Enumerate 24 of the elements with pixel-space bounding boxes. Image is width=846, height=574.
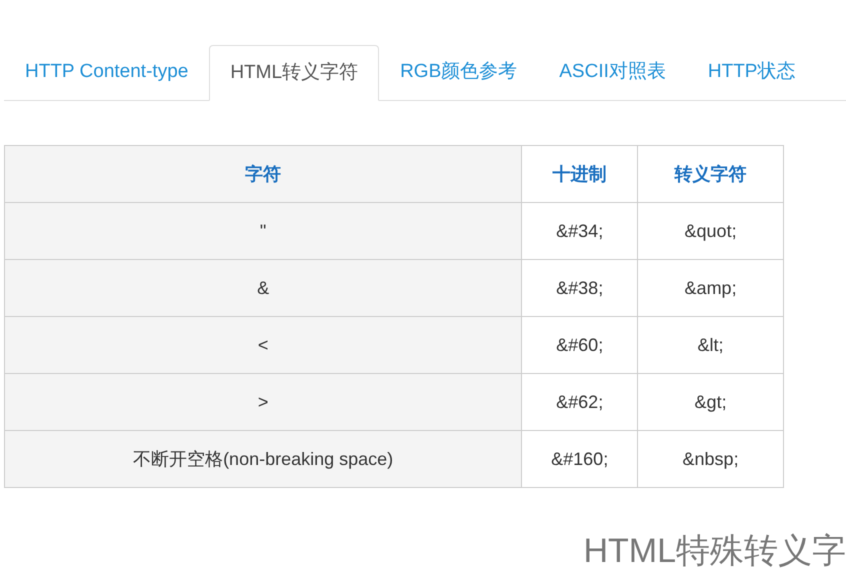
table-cell: &quot; [638, 202, 784, 260]
column-header: 十进制 [522, 146, 638, 202]
column-header: 字符 [4, 146, 522, 202]
table-cell: &#34; [522, 202, 638, 260]
table-cell: & [4, 260, 522, 316]
table-cell: 不断开空格(non-breaking space) [4, 430, 522, 488]
table-cell: > [4, 374, 522, 430]
table-cell: &lt; [638, 316, 784, 374]
table-cell: &#38; [522, 260, 638, 316]
tab[interactable]: ASCII对照表 [538, 45, 687, 100]
table-cell: " [4, 202, 522, 260]
tab[interactable]: RGB颜色参考 [379, 45, 538, 100]
table-cell: &#160; [522, 430, 638, 488]
tab[interactable]: HTTP Content-type [4, 45, 210, 100]
table-cell: &#62; [522, 374, 638, 430]
table-cell: &#60; [522, 316, 638, 374]
column-header: 转义字符 [638, 146, 784, 202]
table-cell: &amp; [638, 260, 784, 316]
section-heading: HTML特殊转义字 [583, 531, 846, 572]
tab[interactable]: HTTP状态 [686, 45, 816, 100]
table-cell: &gt; [638, 374, 784, 430]
tab[interactable]: HTML转义字符 [209, 45, 380, 101]
table-cell: < [4, 316, 522, 374]
table-cell: &nbsp; [638, 430, 784, 488]
